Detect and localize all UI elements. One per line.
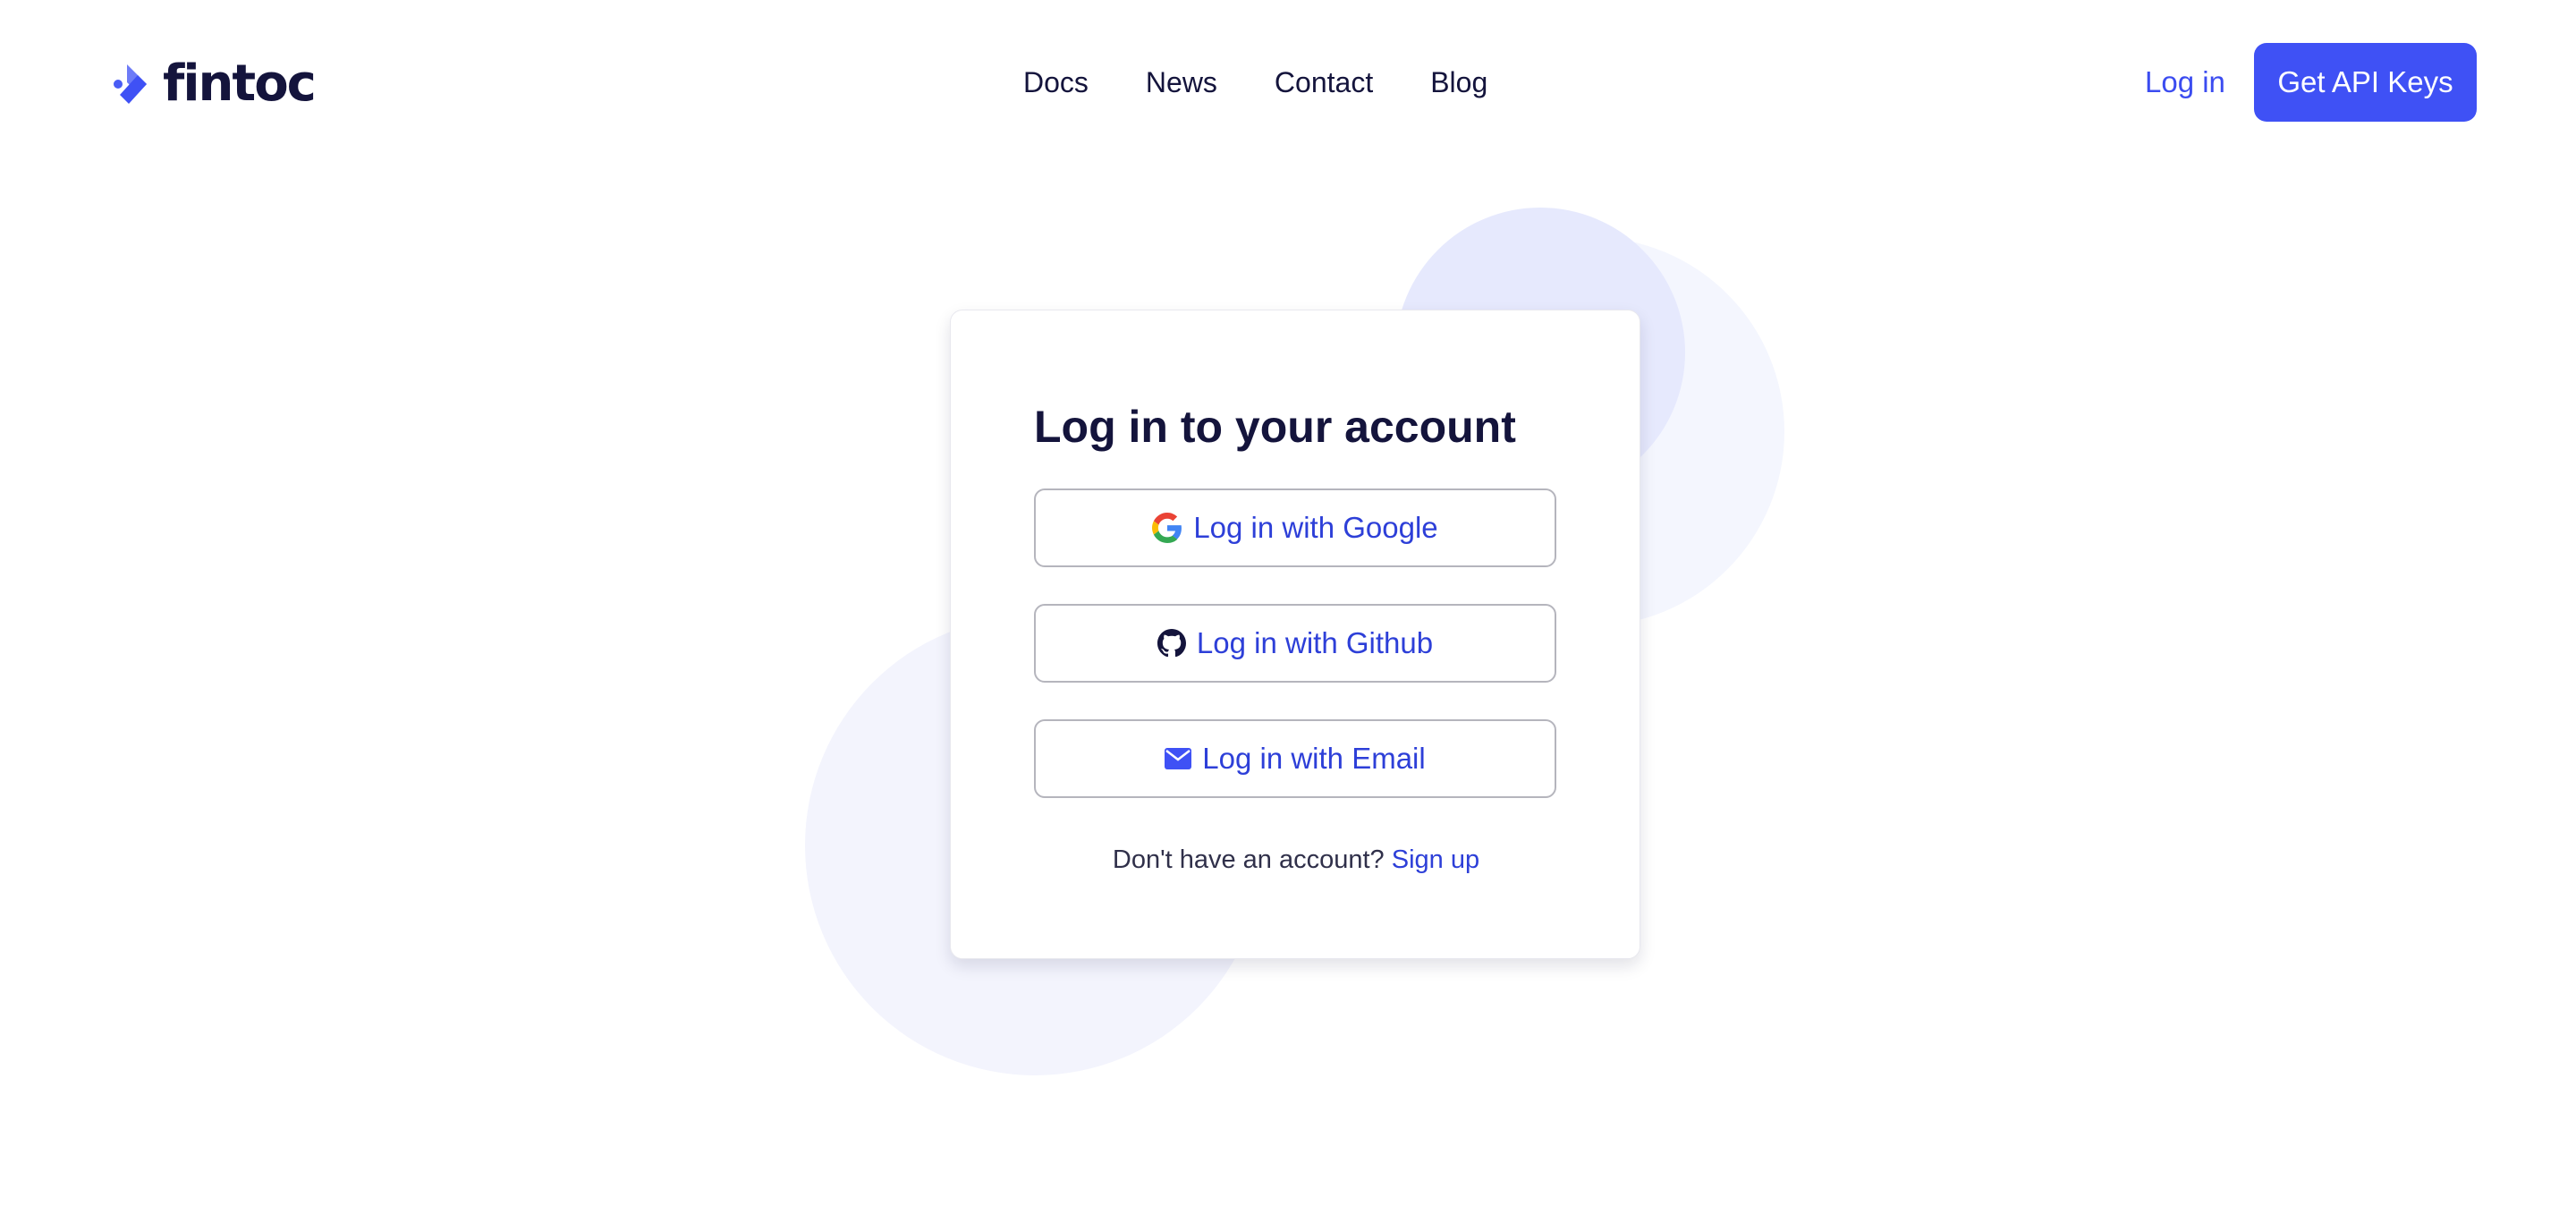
get-api-keys-button[interactable]: Get API Keys: [2254, 43, 2477, 122]
signup-line: Don't have an account? Sign up: [951, 842, 1641, 878]
login-card: Log in to your account Log in with Googl…: [950, 310, 1640, 959]
login-google-label: Log in with Google: [1193, 511, 1438, 544]
google-icon: [1152, 513, 1182, 543]
nav-docs[interactable]: Docs: [1023, 63, 1089, 102]
nav-contact[interactable]: Contact: [1275, 63, 1373, 102]
header-login-link[interactable]: Log in: [2145, 63, 2225, 102]
main-nav: Docs News Contact Blog: [1023, 63, 1545, 102]
login-google-button[interactable]: Log in with Google: [1034, 488, 1556, 567]
signup-link[interactable]: Sign up: [1392, 845, 1479, 874]
login-email-button[interactable]: Log in with Email: [1034, 719, 1556, 798]
signup-prompt: Don't have an account?: [1112, 845, 1385, 874]
login-github-button[interactable]: Log in with Github: [1034, 604, 1556, 683]
logo[interactable]: fintoc: [113, 55, 317, 113]
page-title: Log in to your account: [1034, 402, 1516, 452]
login-email-label: Log in with Email: [1202, 742, 1426, 775]
logo-text: fintoc: [163, 55, 317, 113]
nav-news[interactable]: News: [1146, 63, 1217, 102]
fintoc-logo-icon: [114, 64, 147, 104]
login-github-label: Log in with Github: [1196, 626, 1434, 659]
mail-icon: [1165, 748, 1192, 769]
github-icon: [1157, 629, 1186, 658]
nav-blog[interactable]: Blog: [1430, 63, 1487, 102]
site-header: fintoc Docs News Contact Blog Log in Get…: [0, 0, 2576, 166]
